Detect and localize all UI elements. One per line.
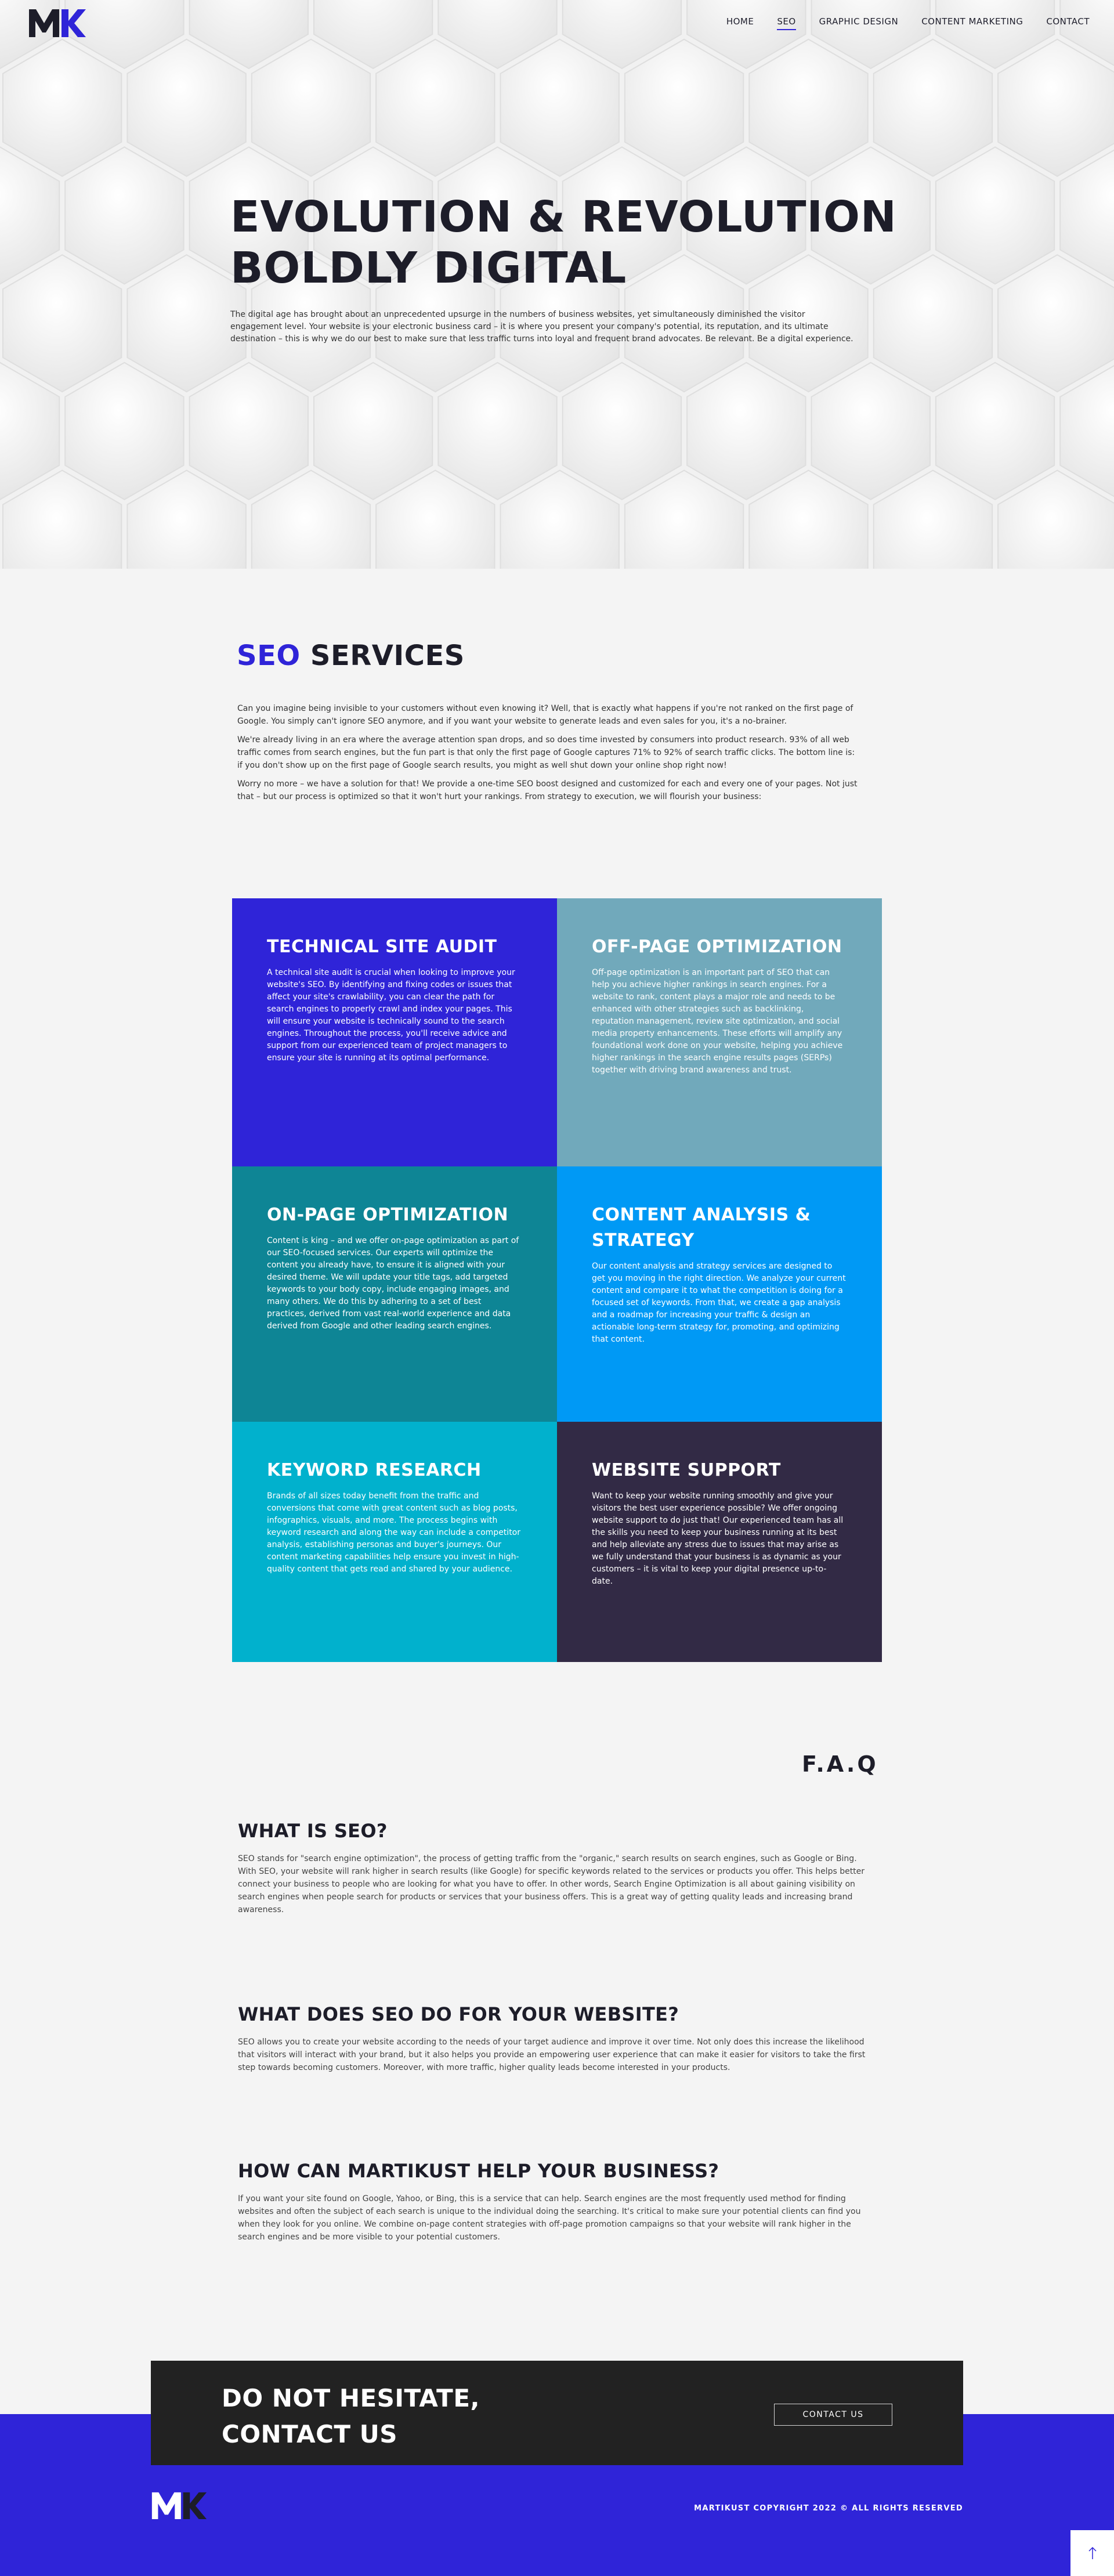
faq-item: HOW CAN MARTIKUST HELP YOUR BUSINESS? If… <box>238 2160 876 2243</box>
hero-text: The digital age has brought about an unp… <box>230 310 853 344</box>
service-card-text: A technical site audit is crucial when l… <box>267 968 515 1063</box>
nav-content-marketing[interactable]: CONTENT MARKETING <box>921 16 1023 30</box>
service-card-text: Our content analysis and strategy servic… <box>592 1262 846 1344</box>
services-paragraph: Worry no more – we have a solution for t… <box>237 779 858 801</box>
faq-answer: If you want your site found on Google, Y… <box>238 2194 861 2242</box>
nav-graphic-design[interactable]: GRAPHIC DESIGN <box>819 16 899 30</box>
faq-item: WHAT DOES SEO DO FOR YOUR WEBSITE? SEO a… <box>238 2003 876 2074</box>
scroll-top-button[interactable] <box>1070 2530 1114 2576</box>
arrow-up-icon <box>1088 2546 1097 2559</box>
logo[interactable] <box>27 6 87 39</box>
service-card-title: KEYWORD RESEARCH <box>267 1460 482 1480</box>
hero-title: EVOLUTION & REVOLUTION BOLDLY DIGITAL <box>230 192 927 294</box>
service-card-technical-audit: TECHNICAL SITE AUDIT A technical site au… <box>232 898 557 1166</box>
cta-box: DO NOT HESITATE, CONTACT US CONTACT US <box>151 2361 963 2465</box>
service-card-content-analysis: CONTENT ANALYSIS & STRATEGY Our content … <box>557 1166 882 1422</box>
service-card-text: Content is king – and we offer on-page o… <box>267 1236 519 1331</box>
hero-title-line2: BOLDLY DIGITAL <box>230 243 627 293</box>
nav-contact[interactable]: CONTACT <box>1046 16 1090 30</box>
nav-seo[interactable]: SEO <box>777 16 796 30</box>
service-card-on-page: ON-PAGE OPTIMIZATION Content is king – a… <box>232 1166 557 1422</box>
service-card-website-support: WEBSITE SUPPORT Want to keep your websit… <box>557 1422 882 1662</box>
service-card-off-page: OFF-PAGE OPTIMIZATION Off-page optimizat… <box>557 898 882 1166</box>
services-paragraph: Can you imagine being invisible to your … <box>237 704 853 726</box>
cta-title: DO NOT HESITATE, CONTACT US <box>222 2380 570 2452</box>
services-title-accent: SEO <box>237 640 301 672</box>
faq-answer: SEO allows you to create your website ac… <box>238 2037 866 2072</box>
contact-us-button[interactable]: CONTACT US <box>774 2404 892 2426</box>
cta-title-line1: DO NOT HESITATE, <box>222 2384 480 2412</box>
faq-answer: SEO stands for "search engine optimizati… <box>238 1854 865 1914</box>
services-paragraph: We're already living in an era where the… <box>237 735 855 770</box>
service-card-text: Brands of all sizes today benefit from t… <box>267 1491 521 1574</box>
service-card-keyword-research: KEYWORD RESEARCH Brands of all sizes tod… <box>232 1422 557 1662</box>
services-intro: Can you imagine being invisible to your … <box>237 702 858 809</box>
faq-item: WHAT IS SEO? SEO stands for "search engi… <box>238 1820 876 1916</box>
service-card-title: TECHNICAL SITE AUDIT <box>267 937 497 957</box>
services-grid: TECHNICAL SITE AUDIT A technical site au… <box>232 898 882 1662</box>
faq-question: WHAT IS SEO? <box>238 1820 388 1842</box>
hero-section: HOME SEO GRAPHIC DESIGN CONTENT MARKETIN… <box>0 0 1114 569</box>
service-card-title: ON-PAGE OPTIMIZATION <box>267 1205 509 1225</box>
service-card-title: OFF-PAGE OPTIMIZATION <box>592 937 842 957</box>
faq-question: WHAT DOES SEO DO FOR YOUR WEBSITE? <box>238 2003 679 2025</box>
faq-question: HOW CAN MARTIKUST HELP YOUR BUSINESS? <box>238 2160 719 2182</box>
service-card-text: Off-page optimization is an important pa… <box>592 968 843 1075</box>
service-card-text: Want to keep your website running smooth… <box>592 1491 844 1586</box>
cta-title-line2: CONTACT US <box>222 2420 398 2448</box>
hero-title-line1: EVOLUTION & REVOLUTION <box>230 192 897 242</box>
nav-home[interactable]: HOME <box>726 16 754 30</box>
service-card-title: WEBSITE SUPPORT <box>592 1460 781 1480</box>
services-title: SEO SERVICES <box>237 640 465 672</box>
service-card-title: CONTENT ANALYSIS & STRATEGY <box>592 1205 811 1251</box>
copyright: MARTIKUST COPYRIGHT 2022 © ALL RIGHTS RE… <box>694 2504 963 2513</box>
faq-heading: F.A.Q <box>802 1751 878 1777</box>
main-nav: HOME SEO GRAPHIC DESIGN CONTENT MARKETIN… <box>703 16 1090 30</box>
footer-logo[interactable] <box>150 2488 208 2522</box>
services-title-rest: SERVICES <box>310 640 465 672</box>
